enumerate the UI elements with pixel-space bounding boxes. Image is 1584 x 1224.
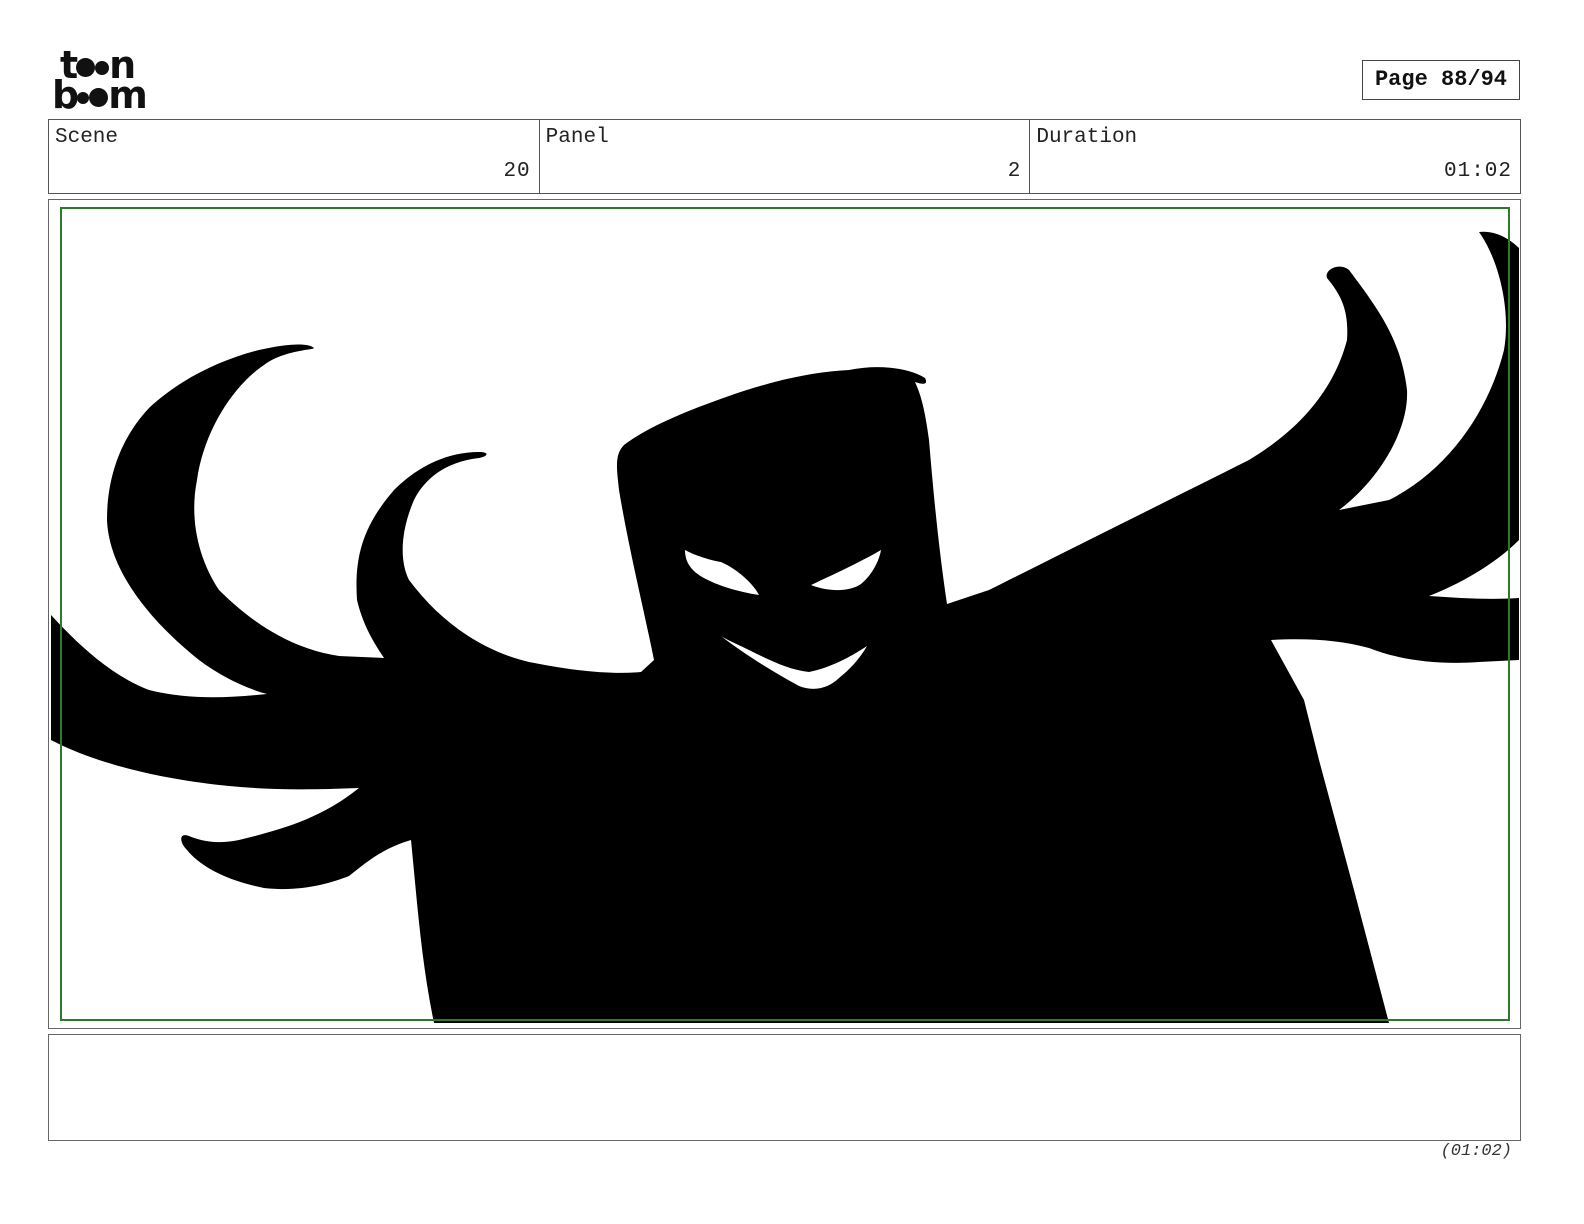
duration-cell: Duration 01:02 <box>1030 120 1520 193</box>
toonboom-logo: tn bm <box>52 46 164 117</box>
logo-line-2: bm <box>52 73 148 117</box>
storyboard-panel-frame <box>48 199 1521 1029</box>
footer-duration: (01:02) <box>1440 1142 1512 1161</box>
duration-label: Duration <box>1036 126 1138 149</box>
creature-body <box>51 231 1519 1024</box>
panel-cell: Panel 2 <box>540 120 1031 193</box>
scene-cell: Scene 20 <box>49 120 540 193</box>
duration-value: 01:02 <box>1444 160 1513 183</box>
page-number: Page 88/94 <box>1362 60 1520 100</box>
panel-value: 2 <box>1007 160 1022 183</box>
panel-notes-box <box>48 1034 1521 1141</box>
scene-value: 20 <box>503 160 531 183</box>
panel-label: Panel <box>545 126 609 149</box>
panel-info-row: Scene 20 Panel 2 Duration 01:02 <box>48 119 1521 194</box>
silhouette-creature-drawing <box>51 231 1519 1024</box>
scene-label: Scene <box>55 126 119 149</box>
